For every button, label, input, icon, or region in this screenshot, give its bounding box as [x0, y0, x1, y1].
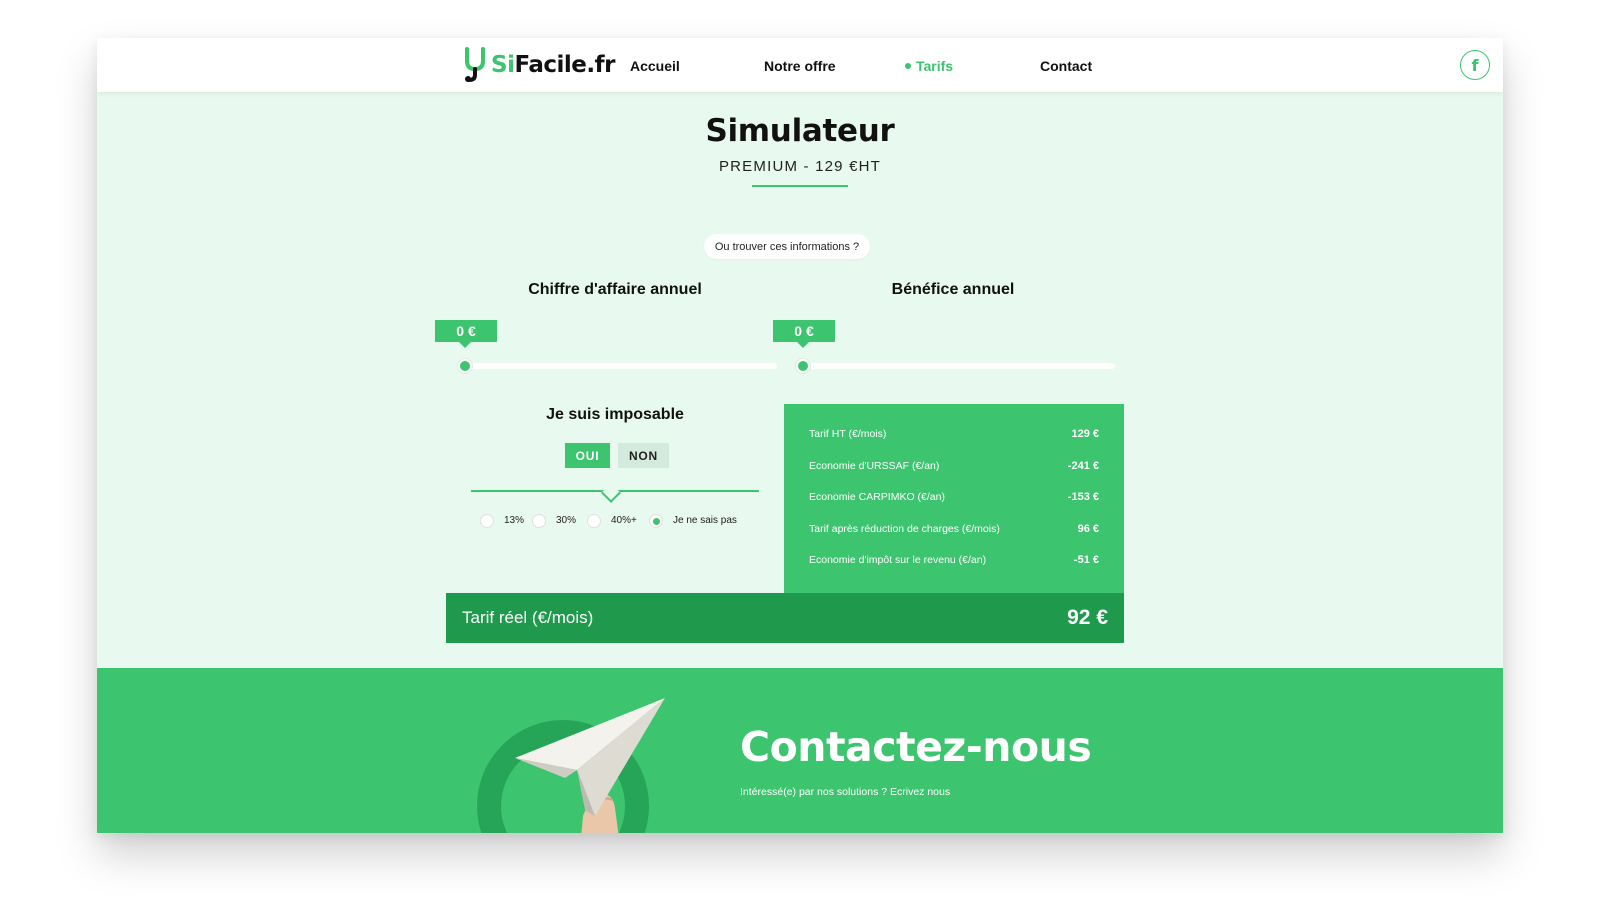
- slider-thumb-chiffre-affaire[interactable]: [458, 359, 472, 373]
- result-value: 96 €: [1077, 523, 1099, 535]
- slider-thumb-benefice[interactable]: [796, 359, 810, 373]
- browser-frame: SiFacile.fr Accueil Notre offre Tarifs C…: [97, 38, 1503, 833]
- result-label: Economie d'URSSAF (€/an): [809, 460, 940, 472]
- title-divider: [752, 185, 848, 187]
- radio-40-label: 40%+: [611, 515, 637, 526]
- total-bar: Tarif réel (€/mois) 92 €: [446, 593, 1124, 643]
- radio-40[interactable]: [587, 514, 601, 528]
- divider-notch-icon: [601, 483, 621, 503]
- stethoscope-logo-icon: [465, 47, 485, 82]
- result-value: 129 €: [1071, 428, 1099, 440]
- radio-30-label: 30%: [556, 515, 577, 526]
- result-label: Tarif après réduction de charges (€/mois…: [809, 523, 1000, 535]
- radio-13-label: 13%: [504, 515, 525, 526]
- slider-label-benefice: Bénéfice annuel: [891, 281, 1015, 298]
- oui-button[interactable]: OUI: [565, 443, 610, 468]
- results-card: Tarif HT (€/mois) 129 € Economie d'URSSA…: [784, 404, 1124, 593]
- result-row: Tarif HT (€/mois) 129 €: [809, 426, 1099, 442]
- imposable-title: Je suis imposable: [546, 406, 684, 423]
- slider-value-bubble-benefice: 0 €: [773, 320, 835, 348]
- nav-tarifs[interactable]: Tarifs: [905, 58, 953, 74]
- nav-notre-offre[interactable]: Notre offre: [764, 58, 836, 74]
- radio-ne-sais-pas[interactable]: [649, 514, 663, 528]
- result-row: Economie d'impôt sur le revenu (€/an) -5…: [809, 552, 1099, 568]
- non-button[interactable]: NON: [618, 443, 669, 468]
- nav-accueil[interactable]: Accueil: [630, 58, 680, 74]
- result-value: -241 €: [1067, 460, 1099, 472]
- result-label: Economie d'impôt sur le revenu (€/an): [809, 554, 987, 566]
- info-link[interactable]: Ou trouver ces informations ?: [704, 234, 870, 259]
- site-header: SiFacile.fr Accueil Notre offre Tarifs C…: [97, 38, 1503, 92]
- total-value: 92 €: [1067, 606, 1108, 629]
- radio-ne-sais-pas-label: Je ne sais pas: [673, 515, 737, 526]
- plan-subtitle: PREMIUM - 129 €HT: [718, 158, 882, 175]
- slider-track-benefice[interactable]: [797, 363, 1115, 369]
- paper-plane-icon: [515, 698, 665, 833]
- logo[interactable]: SiFacile.fr: [463, 47, 615, 83]
- contact-title: Contactez-nous: [740, 723, 1092, 771]
- logo-text: SiFacile.fr: [491, 52, 615, 78]
- contact-section: Contactez-nous Intéressé(e) par nos solu…: [97, 668, 1503, 833]
- facebook-icon[interactable]: f: [1460, 50, 1490, 80]
- nav-contact[interactable]: Contact: [1040, 58, 1092, 74]
- logo-text-rest: Facile.fr: [514, 52, 615, 78]
- slider-track-chiffre-affaire[interactable]: [459, 363, 777, 369]
- result-row: Tarif après réduction de charges (€/mois…: [809, 521, 1099, 537]
- result-label: Tarif HT (€/mois): [809, 428, 887, 440]
- slider-value-bubble-chiffre-affaire: 0 €: [435, 320, 497, 348]
- logo-text-si: Si: [491, 52, 515, 78]
- slider-label-chiffre-affaire: Chiffre d'affaire annuel: [528, 281, 702, 298]
- result-row: Economie CARPIMKO (€/an) -153 €: [809, 489, 1099, 505]
- contact-subtitle[interactable]: Intéressé(e) par nos solutions ? Ecrivez…: [740, 786, 950, 798]
- nav-tarifs-label: Tarifs: [916, 58, 954, 74]
- result-label: Economie CARPIMKO (€/an): [809, 491, 945, 503]
- active-dot-icon: [905, 63, 911, 70]
- total-label: Tarif réel (€/mois): [462, 608, 594, 627]
- radio-30[interactable]: [532, 514, 546, 528]
- page-title: Simulateur: [705, 113, 895, 149]
- radio-13[interactable]: [480, 514, 494, 528]
- result-value: -153 €: [1067, 491, 1099, 503]
- result-row: Economie d'URSSAF (€/an) -241 €: [809, 458, 1099, 474]
- result-value: -51 €: [1073, 554, 1099, 566]
